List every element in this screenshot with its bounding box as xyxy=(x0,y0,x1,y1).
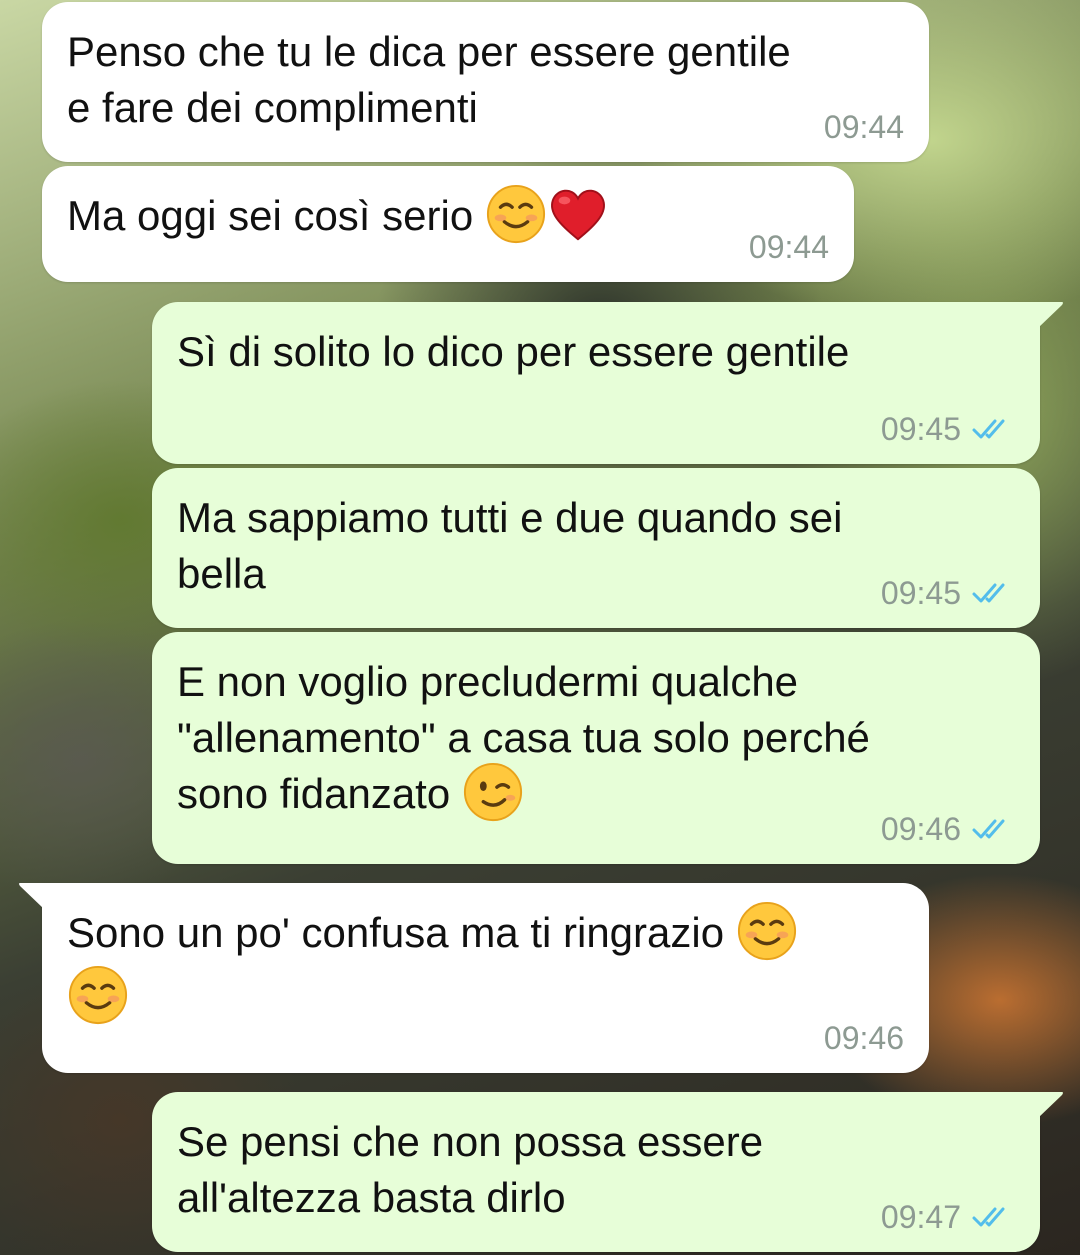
message-meta: 09:47 xyxy=(881,1200,1015,1234)
message-meta: 09:44 xyxy=(749,230,829,264)
double-check-read-icon xyxy=(972,1207,1005,1227)
message-text-content: Sono un po' confusa ma ti ringrazio xyxy=(67,909,725,956)
double-check-read-icon xyxy=(972,419,1005,439)
message-time: 09:45 xyxy=(880,575,961,611)
double-check-read-icon xyxy=(972,819,1005,839)
message-time: 09:44 xyxy=(823,109,904,145)
message-bubble-incoming[interactable]: Penso che tu le dica per essere gentile … xyxy=(42,2,929,162)
bubble-tail xyxy=(1038,302,1063,328)
smiling-face-emoji-icon xyxy=(737,901,796,960)
bubble-tail xyxy=(1038,1092,1063,1118)
message-bubble-incoming[interactable]: Ma oggi sei così serio 09:44 xyxy=(42,166,854,282)
smiling-face-emoji-icon xyxy=(486,184,545,243)
message-meta: 09:44 xyxy=(824,110,904,144)
bubble-tail xyxy=(19,883,44,909)
message-text: Sì di solito lo dico per essere gentile xyxy=(177,328,850,375)
message-meta: 09:45 xyxy=(881,576,1015,610)
message-bubble-outgoing[interactable]: Ma sappiamo tutti e due quando sei bella… xyxy=(152,468,1040,628)
message-bubble-outgoing[interactable]: Se pensi che non possa essere all'altezz… xyxy=(152,1092,1040,1252)
double-check-read-icon xyxy=(972,583,1005,603)
message-text: Sono un po' confusa ma ti ringrazio xyxy=(67,901,904,1026)
message-text: Ma oggi sei così serio xyxy=(67,184,829,245)
red-heart-emoji-icon xyxy=(550,189,605,241)
message-meta: 09:46 xyxy=(824,1021,904,1055)
message-time: 09:46 xyxy=(880,811,961,847)
message-meta: 09:45 xyxy=(881,412,1015,446)
smiling-face-emoji-icon xyxy=(68,965,128,1024)
message-bubble-outgoing[interactable]: Sì di solito lo dico per essere gentile … xyxy=(152,302,1040,464)
message-bubble-incoming[interactable]: Sono un po' confusa ma ti ringrazio 09:4… xyxy=(42,883,929,1073)
message-time: 09:46 xyxy=(823,1020,904,1056)
message-time: 09:47 xyxy=(880,1199,961,1235)
message-text-content: Ma oggi sei così serio xyxy=(67,192,474,239)
message-time: 09:44 xyxy=(748,229,829,265)
message-bubble-outgoing[interactable]: E non voglio precludermi qualche "allena… xyxy=(152,632,1040,864)
winking-face-emoji-icon xyxy=(463,762,522,821)
message-text: Penso che tu le dica per essere gentile … xyxy=(67,28,791,131)
message-text: E non voglio precludermi qualche "allena… xyxy=(177,654,1015,823)
message-meta: 09:46 xyxy=(881,812,1015,846)
message-time: 09:45 xyxy=(880,411,961,447)
